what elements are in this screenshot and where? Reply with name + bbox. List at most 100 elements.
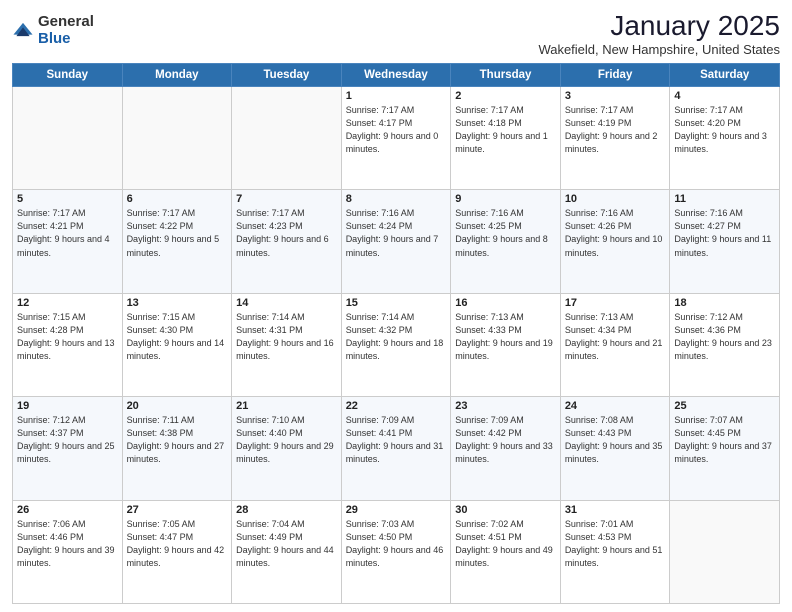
day-info: Sunrise: 7:12 AMSunset: 4:37 PMDaylight:… [17, 415, 115, 464]
col-wednesday: Wednesday [341, 64, 451, 87]
day-number: 5 [17, 193, 118, 205]
day-number: 26 [17, 504, 118, 516]
day-info: Sunrise: 7:17 AMSunset: 4:19 PMDaylight:… [565, 105, 658, 154]
calendar-cell-w1-d5: 2 Sunrise: 7:17 AMSunset: 4:18 PMDaylight… [451, 87, 561, 190]
day-info: Sunrise: 7:08 AMSunset: 4:43 PMDaylight:… [565, 415, 663, 464]
logo-icon [12, 20, 34, 42]
header: General Blue January 2025 Wakefield, New… [12, 10, 780, 57]
day-info: Sunrise: 7:13 AMSunset: 4:33 PMDaylight:… [455, 312, 553, 361]
col-monday: Monday [122, 64, 232, 87]
day-number: 11 [674, 193, 775, 205]
calendar-cell-w4-d3: 21 Sunrise: 7:10 AMSunset: 4:40 PMDayligh… [232, 397, 342, 500]
day-info: Sunrise: 7:17 AMSunset: 4:17 PMDaylight:… [346, 105, 439, 154]
logo-general-text: General [38, 14, 94, 31]
calendar-cell-w2-d1: 5 Sunrise: 7:17 AMSunset: 4:21 PMDaylight… [13, 190, 123, 293]
day-info: Sunrise: 7:01 AMSunset: 4:53 PMDaylight:… [565, 519, 663, 568]
calendar-cell-w1-d2 [122, 87, 232, 190]
day-info: Sunrise: 7:17 AMSunset: 4:18 PMDaylight:… [455, 105, 548, 154]
day-number: 29 [346, 504, 447, 516]
calendar-cell-w2-d3: 7Sunrise: 7:17 AMSunset: 4:23 PMDaylight… [232, 190, 342, 293]
day-number: 28 [236, 504, 337, 516]
day-info: Sunrise: 7:09 AMSunset: 4:41 PMDaylight:… [346, 415, 444, 464]
day-number: 16 [455, 297, 556, 309]
day-info: Sunrise: 7:16 AMSunset: 4:24 PMDaylight:… [346, 208, 439, 257]
calendar-cell-w3-d3: 14Sunrise: 7:14 AMSunset: 4:31 PMDayligh… [232, 293, 342, 396]
calendar-cell-w4-d5: 23 Sunrise: 7:09 AMSunset: 4:42 PMDayligh… [451, 397, 561, 500]
calendar-cell-w1-d6: 3Sunrise: 7:17 AMSunset: 4:19 PMDaylight… [560, 87, 670, 190]
day-number: 15 [346, 297, 447, 309]
col-tuesday: Tuesday [232, 64, 342, 87]
day-number: 25 [674, 400, 775, 412]
calendar-cell-w1-d7: 4Sunrise: 7:17 AMSunset: 4:20 PMDaylight… [670, 87, 780, 190]
day-info: Sunrise: 7:12 AMSunset: 4:36 PMDaylight:… [674, 312, 772, 361]
day-number: 21 [236, 400, 337, 412]
month-title: January 2025 [538, 10, 780, 42]
day-info: Sunrise: 7:15 AMSunset: 4:28 PMDaylight:… [17, 312, 115, 361]
day-info: Sunrise: 7:02 AMSunset: 4:51 PMDaylight:… [455, 519, 553, 568]
day-info: Sunrise: 7:14 AMSunset: 4:31 PMDaylight:… [236, 312, 334, 361]
calendar-cell-w4-d6: 24 Sunrise: 7:08 AMSunset: 4:43 PMDayligh… [560, 397, 670, 500]
day-number: 30 [455, 504, 556, 516]
col-friday: Friday [560, 64, 670, 87]
day-info: Sunrise: 7:10 AMSunset: 4:40 PMDaylight:… [236, 415, 334, 464]
day-number: 17 [565, 297, 666, 309]
calendar-cell-w3-d6: 17 Sunrise: 7:13 AMSunset: 4:34 PMDayligh… [560, 293, 670, 396]
calendar-cell-w3-d4: 15 Sunrise: 7:14 AMSunset: 4:32 PMDayligh… [341, 293, 451, 396]
day-number: 4 [674, 90, 775, 102]
calendar-cell-w5-d2: 27 Sunrise: 7:05 AMSunset: 4:47 PMDayligh… [122, 500, 232, 603]
logo-text: General Blue [38, 14, 94, 47]
calendar-cell-w1-d3 [232, 87, 342, 190]
calendar-cell-w1-d1 [13, 87, 123, 190]
day-number: 22 [346, 400, 447, 412]
day-info: Sunrise: 7:04 AMSunset: 4:49 PMDaylight:… [236, 519, 334, 568]
day-info: Sunrise: 7:11 AMSunset: 4:38 PMDaylight:… [127, 415, 225, 464]
logo: General Blue [12, 14, 94, 47]
day-number: 13 [127, 297, 228, 309]
day-number: 19 [17, 400, 118, 412]
day-number: 18 [674, 297, 775, 309]
calendar-cell-w3-d5: 16 Sunrise: 7:13 AMSunset: 4:33 PMDayligh… [451, 293, 561, 396]
day-number: 24 [565, 400, 666, 412]
calendar-cell-w4-d1: 19 Sunrise: 7:12 AMSunset: 4:37 PMDayligh… [13, 397, 123, 500]
calendar-cell-w5-d5: 30 Sunrise: 7:02 AMSunset: 4:51 PMDayligh… [451, 500, 561, 603]
day-info: Sunrise: 7:16 AMSunset: 4:27 PMDaylight:… [674, 208, 771, 257]
day-info: Sunrise: 7:05 AMSunset: 4:47 PMDaylight:… [127, 519, 225, 568]
calendar-cell-w3-d7: 18 Sunrise: 7:12 AMSunset: 4:36 PMDayligh… [670, 293, 780, 396]
day-info: Sunrise: 7:09 AMSunset: 4:42 PMDaylight:… [455, 415, 553, 464]
day-info: Sunrise: 7:16 AMSunset: 4:26 PMDaylight:… [565, 208, 663, 257]
day-info: Sunrise: 7:03 AMSunset: 4:50 PMDaylight:… [346, 519, 444, 568]
day-info: Sunrise: 7:17 AMSunset: 4:21 PMDaylight:… [17, 208, 110, 257]
calendar-week-4: 19 Sunrise: 7:12 AMSunset: 4:37 PMDayligh… [13, 397, 780, 500]
calendar-cell-w2-d4: 8 Sunrise: 7:16 AMSunset: 4:24 PMDaylight… [341, 190, 451, 293]
calendar-cell-w2-d2: 6Sunrise: 7:17 AMSunset: 4:22 PMDaylight… [122, 190, 232, 293]
day-info: Sunrise: 7:14 AMSunset: 4:32 PMDaylight:… [346, 312, 444, 361]
calendar-cell-w2-d5: 9Sunrise: 7:16 AMSunset: 4:25 PMDaylight… [451, 190, 561, 293]
day-number: 6 [127, 193, 228, 205]
logo-blue-text: Blue [38, 31, 94, 48]
day-info: Sunrise: 7:07 AMSunset: 4:45 PMDaylight:… [674, 415, 772, 464]
day-number: 12 [17, 297, 118, 309]
calendar-week-5: 26Sunrise: 7:06 AMSunset: 4:46 PMDayligh… [13, 500, 780, 603]
calendar-table: Sunday Monday Tuesday Wednesday Thursday… [12, 63, 780, 604]
day-number: 27 [127, 504, 228, 516]
col-saturday: Saturday [670, 64, 780, 87]
day-number: 20 [127, 400, 228, 412]
calendar-cell-w5-d3: 28 Sunrise: 7:04 AMSunset: 4:49 PMDayligh… [232, 500, 342, 603]
calendar-cell-w3-d2: 13Sunrise: 7:15 AMSunset: 4:30 PMDayligh… [122, 293, 232, 396]
calendar-header-row: Sunday Monday Tuesday Wednesday Thursday… [13, 64, 780, 87]
day-info: Sunrise: 7:17 AMSunset: 4:23 PMDaylight:… [236, 208, 329, 257]
col-thursday: Thursday [451, 64, 561, 87]
day-number: 2 [455, 90, 556, 102]
calendar-cell-w5-d4: 29 Sunrise: 7:03 AMSunset: 4:50 PMDayligh… [341, 500, 451, 603]
calendar-cell-w5-d1: 26Sunrise: 7:06 AMSunset: 4:46 PMDayligh… [13, 500, 123, 603]
calendar-cell-w2-d7: 11 Sunrise: 7:16 AMSunset: 4:27 PMDayligh… [670, 190, 780, 293]
day-number: 9 [455, 193, 556, 205]
day-info: Sunrise: 7:13 AMSunset: 4:34 PMDaylight:… [565, 312, 663, 361]
calendar-week-3: 12 Sunrise: 7:15 AMSunset: 4:28 PMDayligh… [13, 293, 780, 396]
day-number: 10 [565, 193, 666, 205]
day-number: 23 [455, 400, 556, 412]
day-number: 1 [346, 90, 447, 102]
calendar-cell-w4-d4: 22 Sunrise: 7:09 AMSunset: 4:41 PMDayligh… [341, 397, 451, 500]
day-number: 8 [346, 193, 447, 205]
calendar-cell-w5-d7 [670, 500, 780, 603]
